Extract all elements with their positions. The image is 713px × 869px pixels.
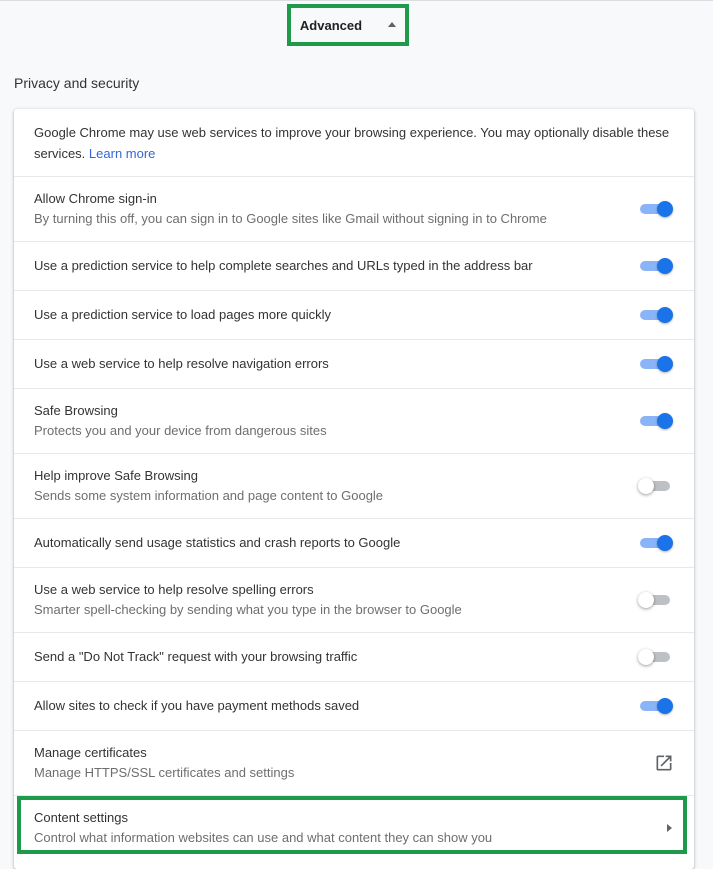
safe-browsing-toggle[interactable] [640,411,674,431]
row-title: Safe Browsing [34,403,118,418]
row-text: Content settings Control what informatio… [34,808,667,848]
row-title: Send a "Do Not Track" request with your … [34,649,358,664]
row-text: Use a prediction service to help complet… [34,256,640,276]
row-do-not-track[interactable]: Send a "Do Not Track" request with your … [14,632,694,681]
row-prediction-search[interactable]: Use a prediction service to help complet… [14,241,694,290]
row-subtitle: Sends some system information and page c… [34,488,384,503]
row-text: Safe Browsing Protects you and your devi… [34,401,640,441]
row-allow-chrome-sign-in[interactable]: Allow Chrome sign-in By turning this off… [14,176,694,241]
improve-safe-browsing-toggle[interactable] [638,476,674,496]
row-title: Help improve Safe Browsing [34,468,199,483]
row-spelling-errors[interactable]: Use a web service to help resolve spelli… [14,567,694,632]
row-text: Automatically send usage statistics and … [34,533,640,553]
row-text: Use a prediction service to load pages m… [34,305,640,325]
caret-up-icon [388,21,397,27]
row-text: Manage certificates Manage HTTPS/SSL cer… [34,743,654,783]
row-subtitle: Control what information websites can us… [34,830,493,845]
row-title: Allow Chrome sign-in [34,191,157,206]
row-title: Use a prediction service to help complet… [34,258,533,273]
spelling-errors-toggle[interactable] [638,590,674,610]
usage-statistics-toggle[interactable] [640,533,674,553]
advanced-button[interactable]: Advanced [291,8,405,42]
intro-text: Google Chrome may use web services to im… [34,121,674,164]
learn-more-link[interactable]: Learn more [89,146,155,161]
row-payment-methods[interactable]: Allow sites to check if you have payment… [14,681,694,730]
row-title: Allow sites to check if you have payment… [34,698,360,713]
row-improve-safe-browsing[interactable]: Help improve Safe Browsing Sends some sy… [14,453,694,518]
privacy-card: Google Chrome may use web services to im… [14,109,694,869]
section-title: Privacy and security [14,75,140,91]
row-title: Use a prediction service to load pages m… [34,307,331,322]
row-title: Manage certificates [34,745,147,760]
top-divider [0,0,713,1]
row-text: Use a web service to help resolve spelli… [34,580,640,620]
row-text: Help improve Safe Browsing Sends some sy… [34,466,640,506]
chevron-right-icon[interactable] [667,824,672,832]
row-title: Automatically send usage statistics and … [34,535,401,550]
row-title: Use a web service to help resolve spelli… [34,582,314,597]
row-subtitle: Manage HTTPS/SSL certificates and settin… [34,765,295,780]
row-text: Allow Chrome sign-in By turning this off… [34,189,640,229]
row-subtitle: By turning this off, you can sign in to … [34,211,547,226]
prediction-search-toggle[interactable] [640,256,674,276]
prediction-pages-toggle[interactable] [640,305,674,325]
intro-row: Google Chrome may use web services to im… [14,109,694,176]
row-navigation-errors[interactable]: Use a web service to help resolve naviga… [14,339,694,388]
advanced-label: Advanced [299,17,363,33]
row-safe-browsing[interactable]: Safe Browsing Protects you and your devi… [14,388,694,453]
row-manage-certificates[interactable]: Manage certificates Manage HTTPS/SSL cer… [14,730,694,795]
external-link-icon[interactable] [654,753,674,773]
row-prediction-pages[interactable]: Use a prediction service to load pages m… [14,290,694,339]
row-subtitle: Protects you and your device from danger… [34,423,327,438]
do-not-track-toggle[interactable] [638,647,674,667]
navigation-errors-toggle[interactable] [640,354,674,374]
payment-methods-toggle[interactable] [640,696,674,716]
row-content-settings[interactable]: Content settings Control what informatio… [14,795,694,860]
row-text: Use a web service to help resolve naviga… [34,354,640,374]
row-usage-statistics[interactable]: Automatically send usage statistics and … [14,518,694,567]
row-text: Allow sites to check if you have payment… [34,696,640,716]
advanced-highlight: Advanced [287,4,409,46]
row-title: Content settings [34,810,128,825]
row-subtitle: Smarter spell-checking by sending what y… [34,602,462,617]
row-text: Send a "Do Not Track" request with your … [34,647,640,667]
sign-in-toggle[interactable] [640,199,674,219]
row-title: Use a web service to help resolve naviga… [34,356,329,371]
